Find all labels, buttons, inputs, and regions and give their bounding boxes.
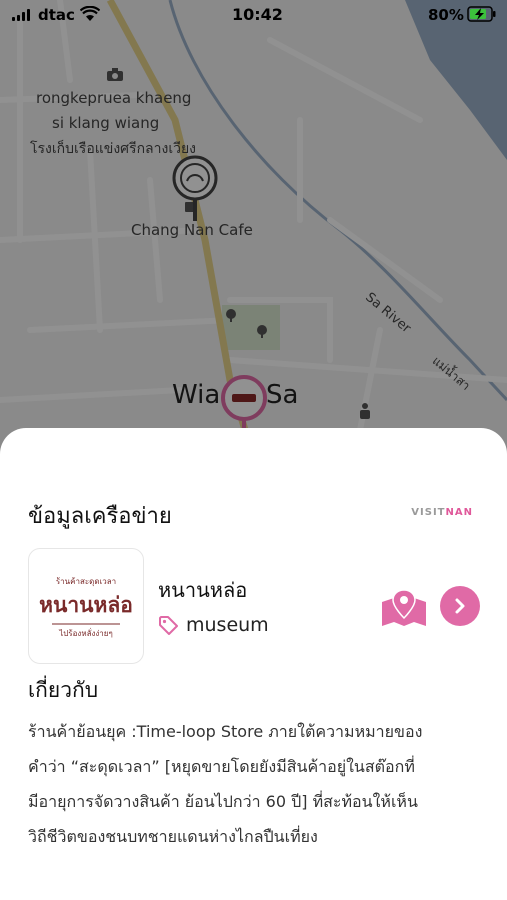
about-line: มีอายุการจัดวางสินค้า ย้อนไปกว่า 60 ปี] … [28,792,418,811]
logo-text-bottom: ไปร้องหลั่งง่ายๆ [58,627,113,638]
carrier-label: dtac [38,6,75,24]
about-heading: เกี่ยวกับ [28,678,99,702]
logo-text-top: ร้านค้าสะดุดเวลา [56,577,116,586]
about-line: ร้านค้าย้อนยุค :Time-loop Store ภายใต้คว… [28,722,423,741]
tag-icon [159,616,178,635]
place-thumbnail[interactable]: ร้านค้าสะดุดเวลา หนานหล่อ ไปร้องหลั่งง่า… [28,548,144,664]
status-bar: dtac 10:42 80% [0,0,507,32]
battery-percent: 80% [428,6,464,24]
about-line: คำว่า “สะดุดเวลา” [หยุดขายโดยยังมีสินค้า… [28,757,415,776]
brand-part-nan: NAN [445,507,473,518]
category-label: museum [186,614,269,636]
folded-map-pin-icon [382,589,426,626]
about-line: วิถีชีวิตของชนบทชายแดนห่างไกลปืนเที่ยง [28,827,318,846]
info-bottom-sheet: ข้อมูลเครือข่าย VISITNAN ร้านค้าสะดุดเวล… [0,428,507,900]
sheet-title: ข้อมูลเครือข่าย [28,504,172,529]
signal-icon [12,9,30,21]
clock: 10:42 [232,5,283,24]
brand-part-visit: VISIT [411,507,446,518]
place-logo-image: ร้านค้าสะดุดเวลา หนานหล่อ ไปร้องหลั่งง่า… [39,577,133,638]
open-detail-button[interactable] [440,586,480,626]
show-on-map-button[interactable] [380,588,428,628]
place-category: museum [158,614,269,636]
visitnan-logo: VISITNAN [411,507,473,518]
about-description: ร้านค้าย้อนยุค :Time-loop Store ภายใต้คว… [28,714,483,854]
battery-charging-icon [467,6,496,22]
wifi-icon [80,6,100,21]
place-name: หนานหล่อ [158,578,248,602]
chevron-right-icon [455,598,465,614]
logo-text-main: หนานหล่อ [39,592,133,617]
